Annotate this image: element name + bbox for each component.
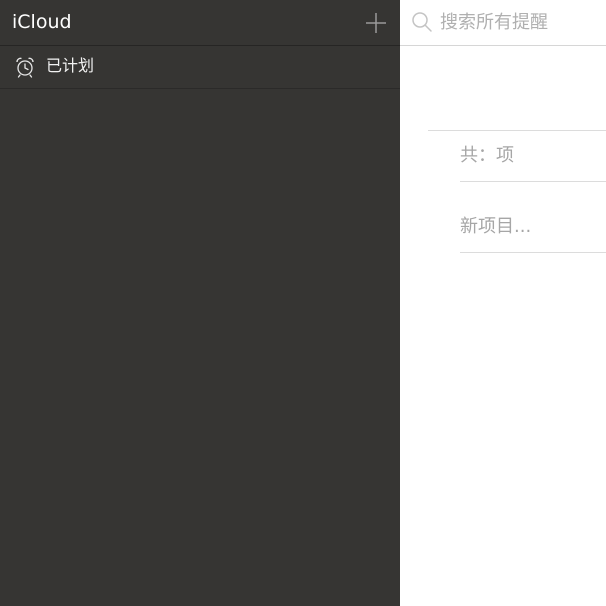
add-list-button[interactable] bbox=[362, 9, 390, 37]
reminders-pane: 共：项 新项目... bbox=[400, 0, 606, 606]
divider bbox=[460, 181, 606, 182]
plus-icon bbox=[366, 13, 386, 33]
search-icon bbox=[412, 12, 432, 32]
item-count: 共：项 bbox=[460, 145, 514, 166]
divider bbox=[460, 252, 606, 253]
sidebar-item-scheduled[interactable]: 已计划 bbox=[0, 46, 400, 89]
account-title: iCloud bbox=[12, 11, 72, 33]
sidebar-item-label: 已计划 bbox=[46, 56, 95, 75]
sidebar: iCloud 已计划 bbox=[0, 0, 400, 606]
new-item-input[interactable]: 新项目... bbox=[460, 215, 531, 239]
alarm-clock-icon bbox=[16, 57, 34, 78]
divider bbox=[428, 130, 606, 131]
sidebar-header: iCloud bbox=[0, 0, 400, 46]
search-input[interactable] bbox=[440, 8, 600, 36]
search-bar bbox=[400, 0, 606, 46]
